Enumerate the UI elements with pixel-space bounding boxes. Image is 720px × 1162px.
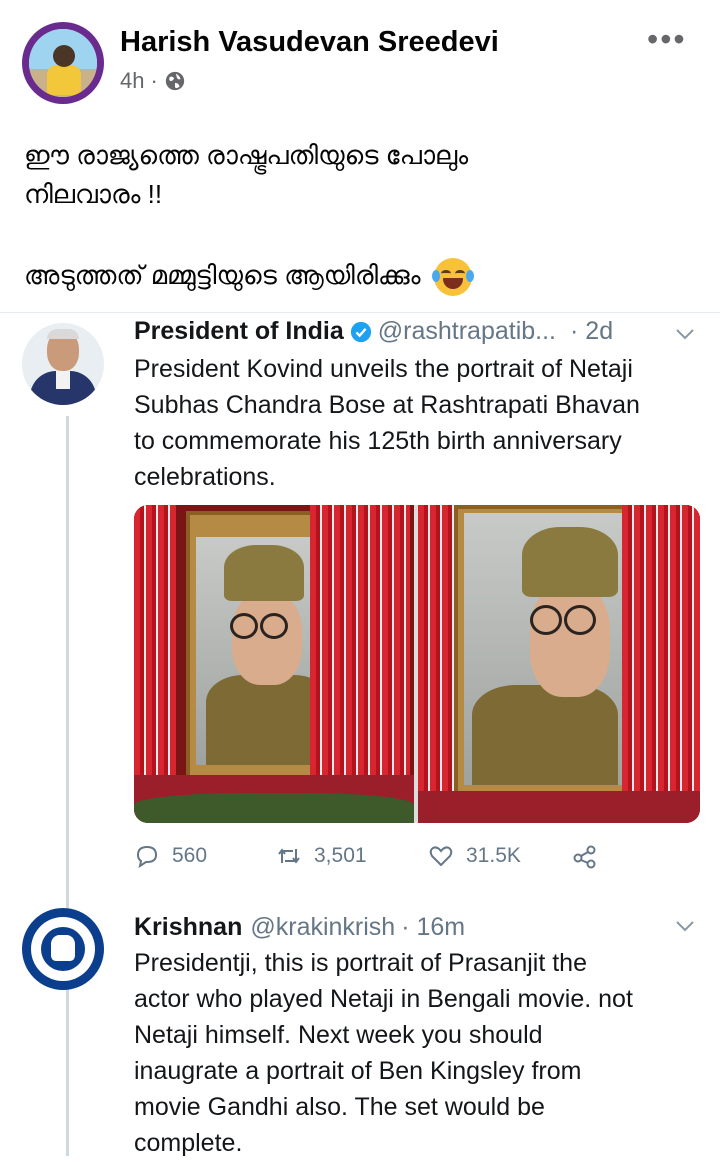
tweet1-body-line: Subhas Chandra Bose at Rashtrapati Bhava… [134, 391, 640, 419]
portrait-photo-1[interactable] [134, 505, 414, 823]
tweet2-handle[interactable]: @krakinkrish [250, 913, 395, 942]
meta-separator: · [150, 68, 158, 93]
globe-icon [165, 71, 184, 91]
tweet2-avatar[interactable] [22, 908, 104, 990]
post-header: Harish Vasudevan Sreedevi 4h · ••• [0, 0, 720, 110]
tweet-screenshot: President of India @rashtrapatib... · 2d… [0, 312, 720, 1162]
tweet2-body-line: complete. [134, 1129, 243, 1157]
tweet1-handle[interactable]: @rashtrapatib... [378, 317, 556, 346]
chevron-down-icon[interactable] [674, 919, 696, 933]
reply-icon [136, 845, 158, 869]
retweet-icon [278, 848, 300, 864]
post-text-line-3: അടുത്തത് മമ്മുട്ടിയുടെ ആയിരിക്കും [24, 258, 474, 296]
tweet2-body-line: Presidentji, this is portrait of Prasanj… [134, 949, 587, 977]
post-text-line-2: നിലവാരം !! [24, 179, 163, 209]
like-count: 31.5K [466, 844, 521, 867]
author-name[interactable]: Harish Vasudevan Sreedevi [120, 26, 499, 59]
tweet1-time: · 2d [570, 317, 614, 345]
tweet2-body-line: movie Gandhi also. The set would be [134, 1093, 545, 1121]
verified-badge-icon [350, 321, 371, 342]
reply-button[interactable]: 560 [134, 843, 207, 869]
tweet1-body: President Kovind unveils the portrait of… [134, 351, 709, 495]
tweet2-header: Krishnan @krakinkrish · 16m [134, 913, 465, 942]
more-options-icon[interactable]: ••• [647, 23, 687, 55]
share-icon [573, 845, 596, 869]
post-meta: 4h · [120, 68, 186, 94]
retweet-button[interactable]: 3,501 [276, 843, 367, 869]
tweet1-name[interactable]: President of India [134, 317, 344, 346]
tweet1-body-line: celebrations. [134, 463, 276, 491]
tweet1-header: President of India @rashtrapatib... · 2d [134, 317, 613, 346]
tweet1-photos[interactable] [134, 505, 700, 823]
thread-line [66, 416, 69, 1156]
tweet1-actions: 560 3,501 31.5K [134, 843, 634, 875]
share-button[interactable] [572, 843, 610, 869]
tweet2-body-line: actor who played Netaji in Bengali movie… [134, 985, 633, 1013]
post-text-line-3-text: അടുത്തത് മമ്മുട്ടിയുടെ ആയിരിക്കും [24, 259, 421, 290]
tweet1-avatar[interactable] [22, 323, 104, 405]
author-avatar[interactable] [22, 22, 104, 104]
tweet2-body-line: Netaji himself. Next week you should [134, 1021, 543, 1049]
laughing-emoji-icon [431, 258, 474, 296]
tweet2-body-line: inaugrate a portrait of Ben Kingsley fro… [134, 1057, 582, 1085]
tweet2-name[interactable]: Krishnan [134, 913, 242, 942]
retweet-count: 3,501 [314, 844, 367, 867]
like-icon [429, 846, 453, 867]
tweet2-body: Presidentji, this is portrait of Prasanj… [134, 945, 709, 1161]
tweet1-body-line: President Kovind unveils the portrait of… [134, 355, 633, 383]
like-button[interactable]: 31.5K [428, 843, 521, 869]
portrait-photo-2[interactable] [418, 505, 700, 823]
chevron-down-icon[interactable] [674, 327, 696, 341]
post-text-line-1: ഈ രാജ്യത്തെ രാഷ്ട്രപതിയുടെ പോലും [24, 140, 469, 170]
tweet2-time: · 16m [401, 913, 466, 941]
reply-count: 560 [172, 844, 208, 867]
tweet1-body-line: to commemorate his 125th birth anniversa… [134, 427, 622, 455]
post-time[interactable]: 4h [120, 68, 144, 94]
